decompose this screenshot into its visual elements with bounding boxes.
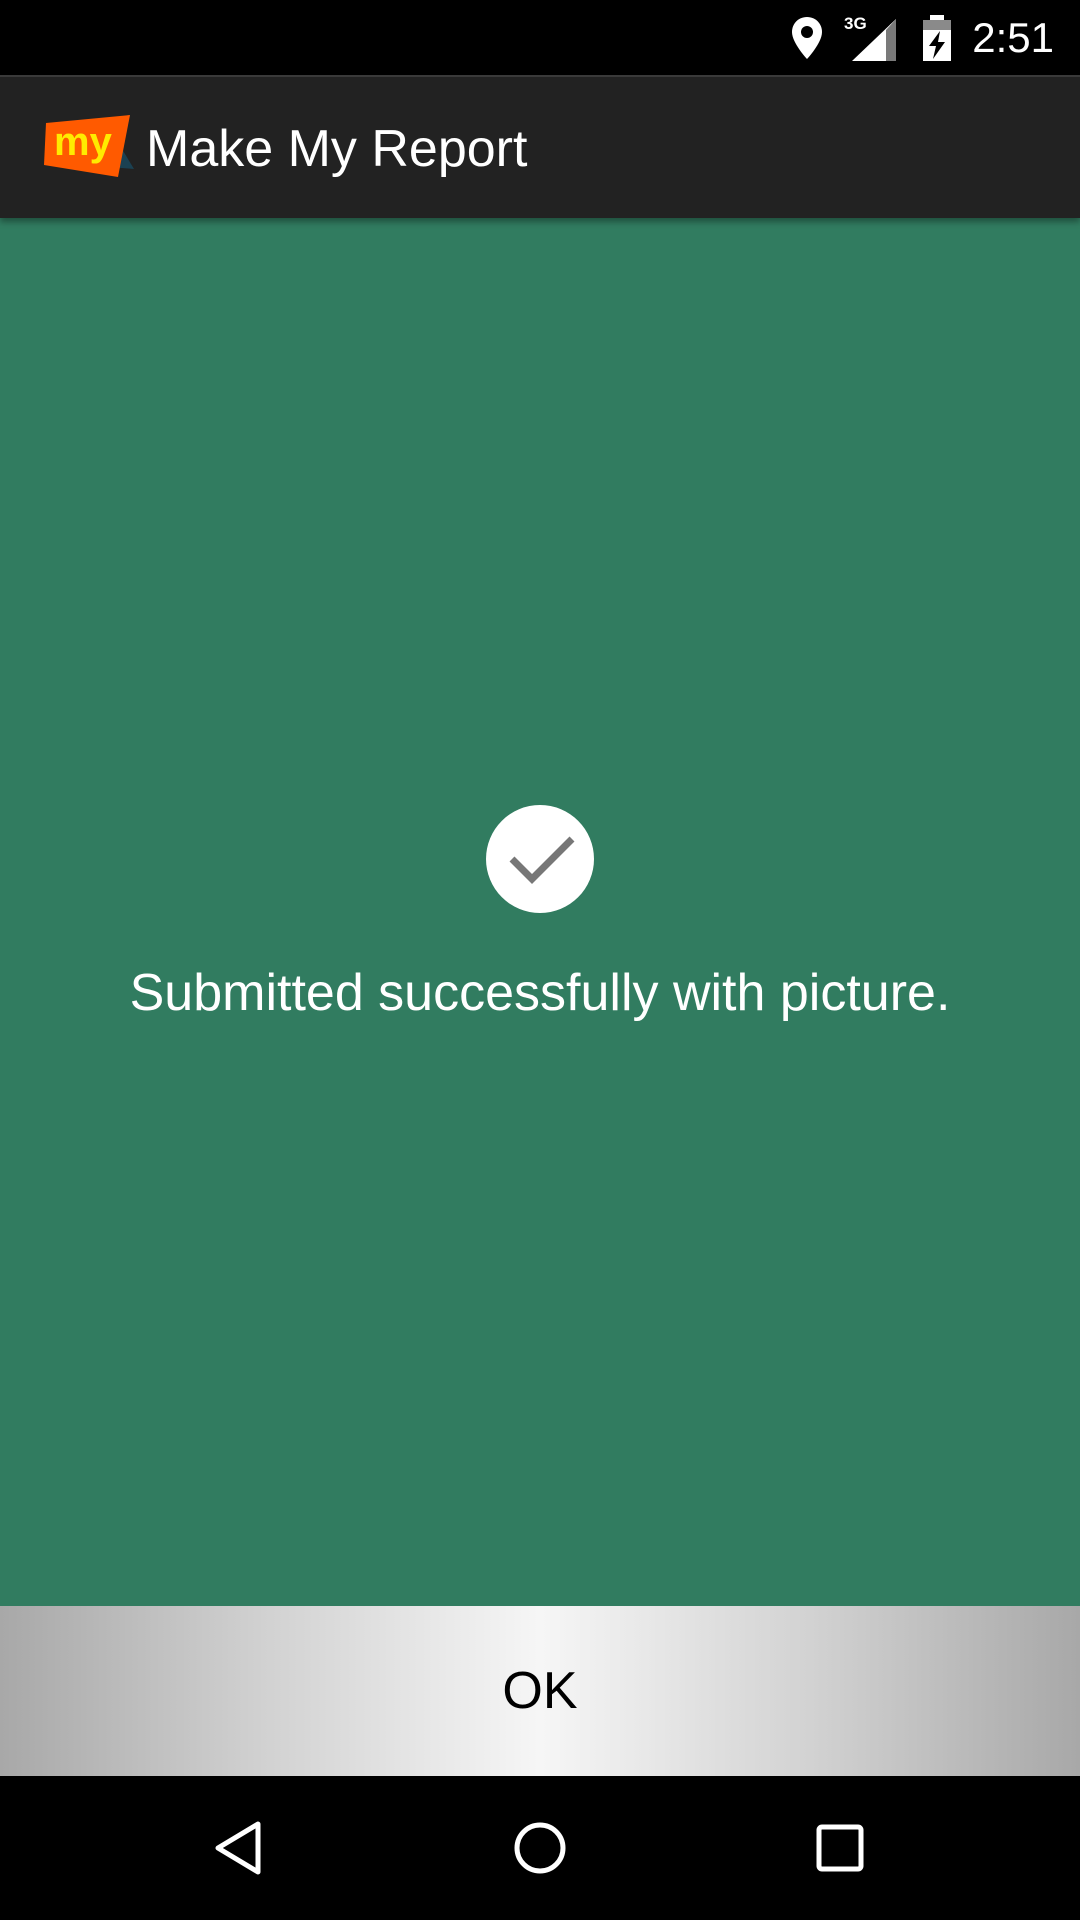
- recents-icon: [816, 1824, 864, 1872]
- checkmark-icon: [509, 836, 575, 884]
- navigation-bar: [0, 1776, 1080, 1920]
- signal-icon: 3G: [840, 0, 900, 75]
- screen: 3G 2:51 my Make My Report Submitted succ…: [0, 0, 1080, 1920]
- back-button[interactable]: [160, 1776, 320, 1920]
- app-title: Make My Report: [146, 119, 528, 178]
- status-bar: 3G 2:51: [0, 0, 1080, 75]
- content-area: Submitted successfully with picture.: [0, 218, 1080, 1606]
- action-bar: my Make My Report: [0, 75, 1080, 218]
- network-label: 3G: [844, 14, 867, 33]
- status-time: 2:51: [972, 13, 1054, 61]
- success-badge: [486, 805, 594, 913]
- home-icon: [514, 1822, 566, 1874]
- recents-button[interactable]: [760, 1776, 920, 1920]
- app-logo: my: [44, 115, 134, 181]
- location-icon: [790, 0, 824, 75]
- success-message: Submitted successfully with picture.: [129, 964, 951, 1022]
- home-button[interactable]: [460, 1776, 620, 1920]
- battery-charging-icon: [920, 0, 954, 75]
- back-icon: [215, 1821, 261, 1875]
- logo-text: my: [54, 120, 113, 164]
- ok-button[interactable]: OK: [0, 1606, 1080, 1776]
